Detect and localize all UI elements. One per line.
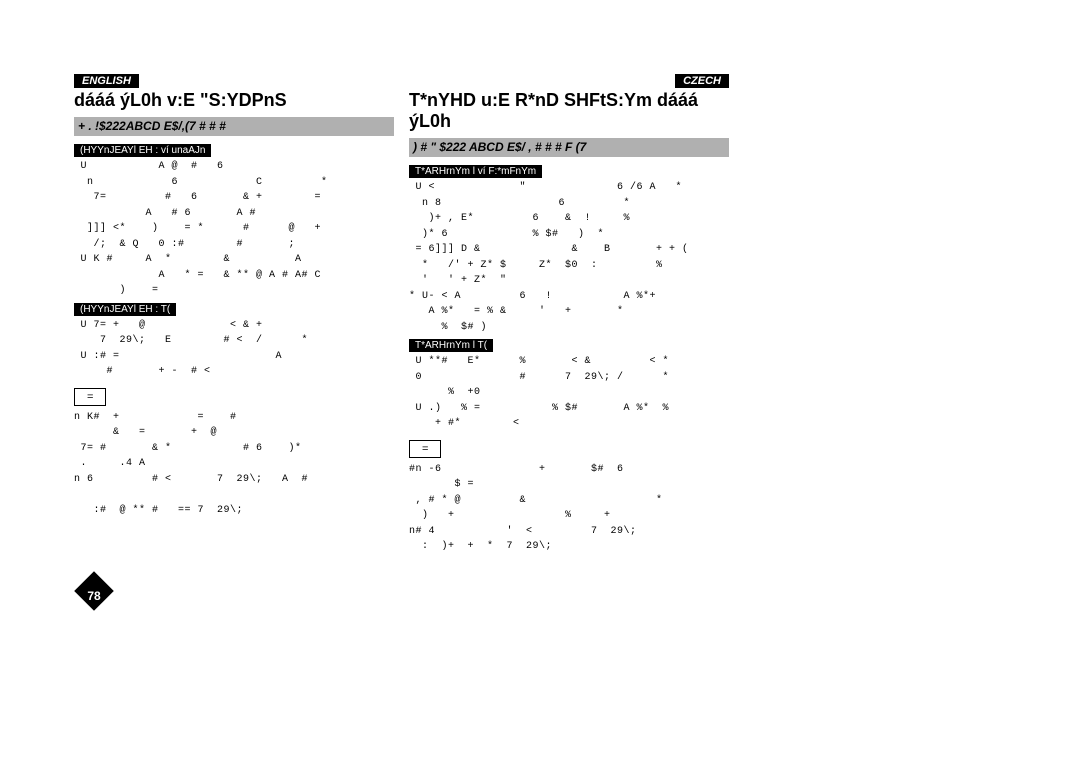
section-heading-left: + . !$222ABCD E$/,(7 # # #: [74, 117, 394, 136]
subheading-right-1: T*ARHrnYm l ví F:*mFnYm: [409, 165, 542, 178]
subheading-left-2: (HYYnJEAYl EH : T(: [74, 303, 176, 316]
left-column: ENGLISH dááá ýL0h v:E "S:YDPnS + . !$222…: [74, 74, 394, 555]
subheading-left-1: (HYYnJEAYl EH : ví unaAJn: [74, 144, 211, 157]
body-right-2: U **# E* % < & < * 0 # 7 29\; / * % +0 U…: [409, 354, 729, 432]
note-box-right: =: [409, 440, 441, 458]
body-left-2: U 7= + @ < & + 7 29\; E # < / * U :# = A…: [74, 318, 394, 380]
body-left-1: U A @ # 6 n 6 C * 7= # 6 & + = A # 6 A #…: [74, 159, 394, 299]
body-right-1: U < " 6 /6 A * n 8 6 * )+ , E* 6 & ! % )…: [409, 180, 729, 335]
subheading-right-2: T*ARHrnYm l T(: [409, 339, 493, 352]
title-right: T*nYHD u:E R*nD SHFtS:Ym dááá ýL0h: [409, 90, 698, 131]
body-left-3: n K# + = # & = + @ 7= # & * # 6 )* . .4 …: [74, 410, 394, 519]
page-number: 78: [74, 589, 114, 603]
note-box-left: =: [74, 388, 106, 406]
right-column: CZECH T*nYHD u:E R*nD SHFtS:Ym dááá ýL0h…: [409, 74, 729, 555]
lang-badge-english: ENGLISH: [74, 74, 139, 88]
lang-badge-czech: CZECH: [675, 74, 729, 88]
title-left: dááá ýL0h v:E "S:YDPnS: [74, 90, 287, 110]
page-number-badge: 78: [74, 577, 114, 615]
section-heading-right: ) # " $222 ABCD E$/ , # # # F (7: [409, 138, 729, 157]
body-right-3: #n -6 + $# 6 $ = , # * @ & * ) + % + n# …: [409, 462, 729, 555]
